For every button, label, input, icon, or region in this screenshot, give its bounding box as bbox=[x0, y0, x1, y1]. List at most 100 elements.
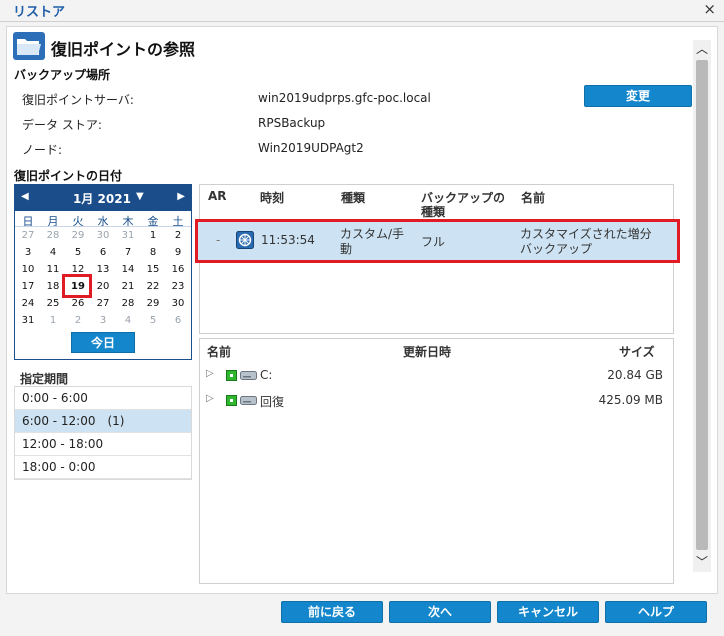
period-title: 指定期間 bbox=[20, 372, 69, 386]
rps-server-label: 復旧ポイントサーバ: bbox=[22, 93, 134, 107]
calendar-day[interactable]: 3 bbox=[17, 245, 39, 261]
calendar-week: 31 1 2 3 4 5 6 bbox=[15, 313, 191, 329]
col-header-file-name[interactable]: 名前 bbox=[207, 343, 231, 360]
calendar-day[interactable]: 20 bbox=[92, 279, 114, 295]
calendar-day[interactable]: 27 bbox=[92, 296, 114, 312]
datastore-label: データ ストア: bbox=[22, 118, 102, 132]
calendar-day[interactable]: 9 bbox=[167, 245, 189, 261]
col-header-modified[interactable]: 更新日時 bbox=[403, 343, 451, 360]
calendar-day[interactable]: 28 bbox=[117, 296, 139, 312]
calendar-day[interactable]: 3 bbox=[92, 313, 114, 329]
window-title: リストア bbox=[13, 5, 66, 20]
page-title: 復旧ポイントの参照 bbox=[51, 40, 196, 59]
col-header-time[interactable]: 時刻 bbox=[260, 189, 284, 206]
checkbox[interactable] bbox=[226, 370, 237, 381]
calendar-week: 17 18 19 20 21 22 23 bbox=[15, 279, 191, 295]
drive-icon bbox=[240, 396, 257, 405]
calendar-day[interactable]: 16 bbox=[167, 262, 189, 278]
calendar-day[interactable]: 30 bbox=[92, 228, 114, 244]
calendar-week: 27 28 29 30 31 1 2 bbox=[15, 228, 191, 244]
calendar-day[interactable]: 21 bbox=[117, 279, 139, 295]
calendar-day[interactable]: 4 bbox=[42, 245, 64, 261]
cancel-button[interactable]: キャンセル bbox=[497, 601, 599, 623]
calendar-day[interactable]: 6 bbox=[92, 245, 114, 261]
folder-open-icon bbox=[13, 32, 45, 60]
next-button[interactable]: 次へ bbox=[389, 601, 491, 623]
period-item[interactable]: 0:00 - 6:00 bbox=[15, 387, 191, 410]
calendar-days: 27 28 29 30 31 1 2 3 4 5 6 7 8 9 10 11 1… bbox=[15, 226, 191, 326]
expand-icon[interactable]: ▷ bbox=[206, 393, 214, 404]
selected-day-highlight bbox=[62, 274, 92, 298]
datastore-value: RPSBackup bbox=[258, 116, 326, 130]
scroll-up-icon[interactable]: ︿ bbox=[696, 40, 708, 57]
scroll-down-icon[interactable]: ﹀ bbox=[696, 553, 708, 570]
file-row[interactable]: ▷ 回復 425.09 MB bbox=[200, 389, 673, 411]
close-icon[interactable]: × bbox=[703, 0, 716, 18]
calendar-day[interactable]: 31 bbox=[17, 313, 39, 329]
calendar-day[interactable]: 5 bbox=[67, 245, 89, 261]
calendar-day[interactable]: 10 bbox=[17, 262, 39, 278]
node-label: ノード: bbox=[22, 143, 63, 157]
calendar-day[interactable]: 28 bbox=[42, 228, 64, 244]
calendar-day[interactable]: 29 bbox=[142, 296, 164, 312]
calendar-month[interactable]: 1月 2021 bbox=[73, 190, 131, 207]
calendar-day[interactable]: 2 bbox=[67, 313, 89, 329]
rps-server-value: win2019udprps.gfc-poc.local bbox=[258, 91, 431, 105]
col-header-type[interactable]: 種類 bbox=[341, 189, 365, 206]
prev-month-icon[interactable]: ◀ bbox=[21, 191, 29, 202]
calendar-day[interactable]: 27 bbox=[17, 228, 39, 244]
calendar-day[interactable]: 1 bbox=[42, 313, 64, 329]
calendar-day[interactable]: 11 bbox=[42, 262, 64, 278]
calendar-day[interactable]: 31 bbox=[117, 228, 139, 244]
calendar-day[interactable]: 25 bbox=[42, 296, 64, 312]
col-header-backup-type-line2: 種類 bbox=[421, 205, 446, 219]
period-item[interactable]: 12:00 - 18:00 bbox=[15, 433, 191, 456]
calendar-day[interactable]: 24 bbox=[17, 296, 39, 312]
period-list: 0:00 - 6:00 6:00 - 12:00 (1) 12:00 - 18:… bbox=[14, 386, 192, 480]
file-row[interactable]: ▷ C: 20.84 GB bbox=[200, 364, 673, 386]
calendar-day[interactable]: 6 bbox=[167, 313, 189, 329]
calendar-day[interactable]: 5 bbox=[142, 313, 164, 329]
calendar-day[interactable]: 8 bbox=[142, 245, 164, 261]
calendar-week: 24 25 26 27 28 29 30 bbox=[15, 296, 191, 312]
backup-wheel-icon bbox=[236, 231, 254, 249]
calendar-day[interactable]: 1 bbox=[142, 228, 164, 244]
calendar-day[interactable]: 29 bbox=[67, 228, 89, 244]
file-browser-table: 名前 更新日時 サイズ ▷ C: 20.84 GB ▷ 回復 425.09 MB bbox=[199, 338, 674, 584]
calendar-day[interactable]: 23 bbox=[167, 279, 189, 295]
expand-icon[interactable]: ▷ bbox=[206, 368, 214, 379]
next-month-icon[interactable]: ▶ bbox=[177, 191, 185, 202]
calendar-day[interactable]: 2 bbox=[167, 228, 189, 244]
back-button[interactable]: 前に戻る bbox=[281, 601, 383, 623]
calendar-day[interactable]: 18 bbox=[42, 279, 64, 295]
help-button[interactable]: ヘルプ bbox=[605, 601, 707, 623]
calendar-day[interactable]: 22 bbox=[142, 279, 164, 295]
calendar-day[interactable]: 26 bbox=[67, 296, 89, 312]
chevron-down-icon[interactable]: ▼ bbox=[136, 191, 144, 202]
checkbox[interactable] bbox=[226, 395, 237, 406]
calendar-day[interactable]: 14 bbox=[117, 262, 139, 278]
window-titlebar: リストア × bbox=[0, 0, 724, 22]
scroll-thumb[interactable] bbox=[696, 60, 708, 550]
type-value-line2: 動 bbox=[340, 242, 353, 256]
vertical-scrollbar[interactable]: ︿ ﹀ bbox=[693, 40, 711, 572]
recovery-point-row[interactable]: - 11:53:54 カスタム/手 動 フル カスタマイズされた増分 バックアッ… bbox=[195, 219, 680, 263]
calendar-day[interactable]: 15 bbox=[142, 262, 164, 278]
backup-location-title: バックアップ場所 bbox=[14, 68, 111, 82]
calendar-day[interactable]: 4 bbox=[117, 313, 139, 329]
col-header-size[interactable]: サイズ bbox=[619, 343, 655, 360]
today-button[interactable]: 今日 bbox=[71, 332, 135, 353]
file-name: C: bbox=[260, 368, 273, 382]
change-button[interactable]: 変更 bbox=[584, 85, 692, 107]
col-header-name[interactable]: 名前 bbox=[521, 189, 545, 206]
calendar-day[interactable]: 30 bbox=[167, 296, 189, 312]
calendar-day[interactable]: 7 bbox=[117, 245, 139, 261]
period-item[interactable]: 18:00 - 0:00 bbox=[15, 456, 191, 479]
backup-type-value: フル bbox=[421, 235, 446, 249]
col-header-ar[interactable]: AR bbox=[208, 189, 227, 203]
period-item-selected[interactable]: 6:00 - 12:00 (1) bbox=[15, 410, 191, 433]
calendar-header: ◀ 1月 2021 ▼ ▶ bbox=[15, 185, 191, 211]
file-size: 20.84 GB bbox=[607, 368, 663, 382]
calendar-day[interactable]: 13 bbox=[92, 262, 114, 278]
calendar-day[interactable]: 17 bbox=[17, 279, 39, 295]
